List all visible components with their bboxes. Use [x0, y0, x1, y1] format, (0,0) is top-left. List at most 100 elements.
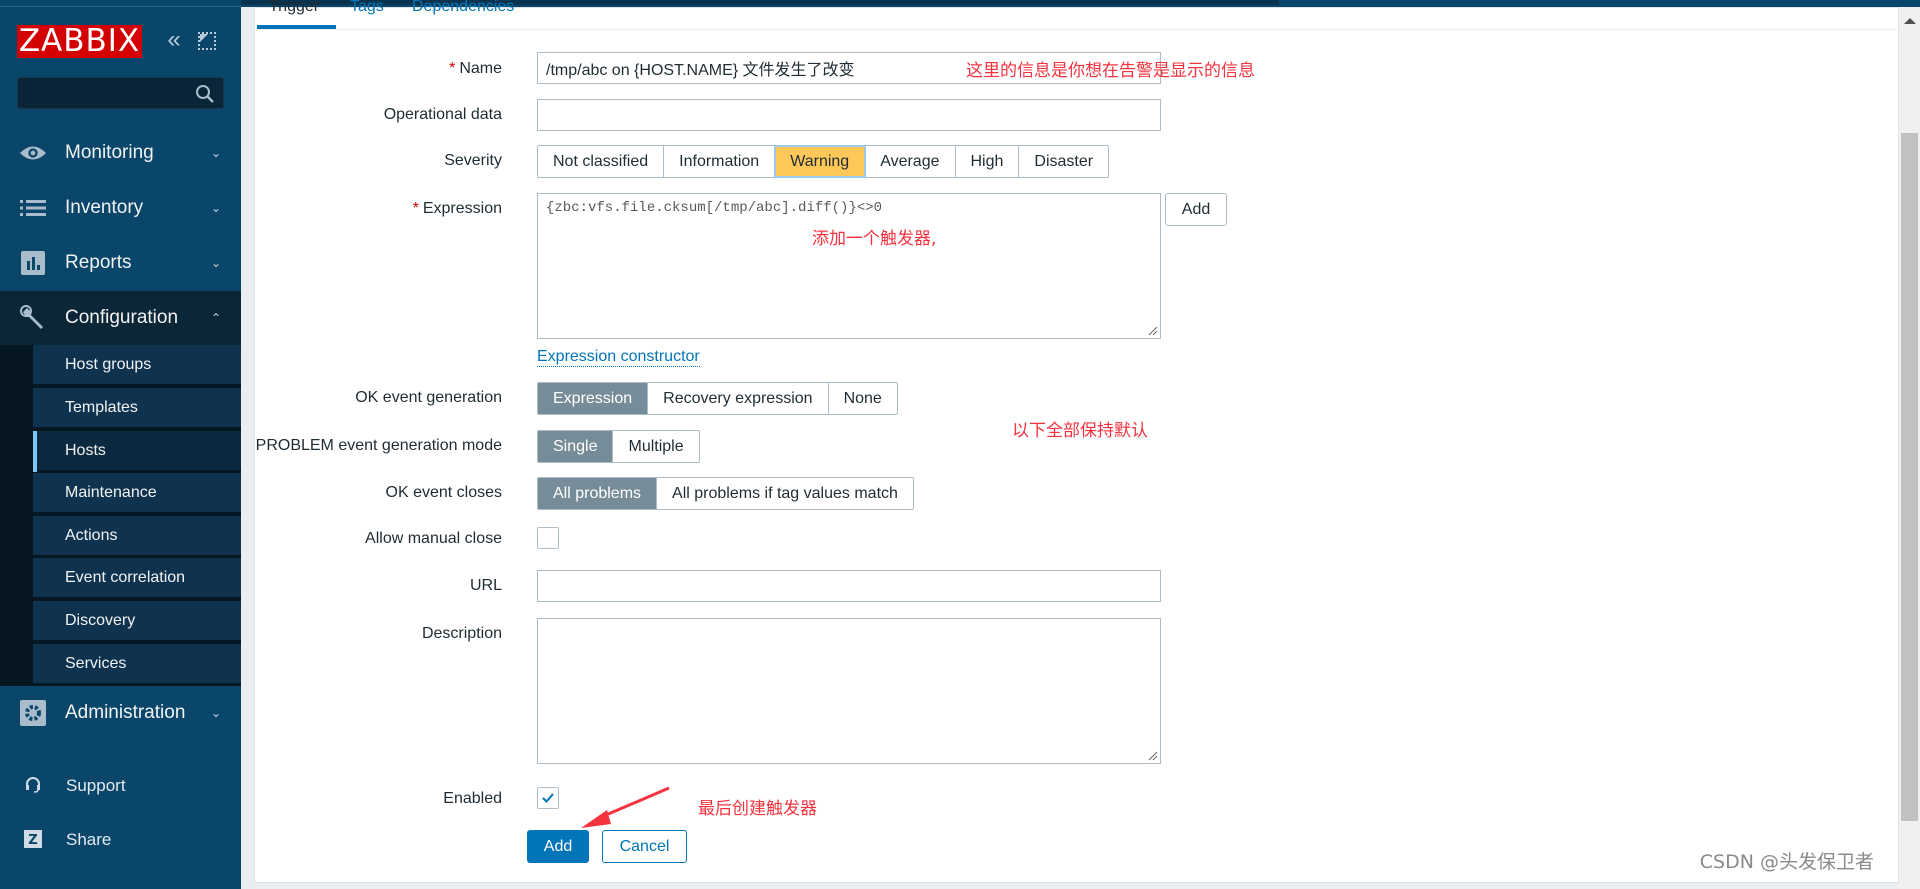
enabled-checkbox[interactable]	[537, 787, 559, 809]
cancel-button[interactable]: Cancel	[602, 830, 687, 863]
submenu-discovery[interactable]: Discovery	[33, 601, 241, 642]
scroll-up-arrow-icon[interactable]	[1904, 18, 1916, 24]
ok-event-closes-selector: All problems All problems if tag values …	[537, 477, 914, 510]
svg-text:Z: Z	[28, 833, 37, 848]
support-label: Support	[66, 776, 126, 795]
tab-trigger[interactable]: Trigger	[269, 0, 319, 16]
resize-handle-icon[interactable]	[1148, 326, 1158, 336]
double-chevron-left-icon[interactable]: «	[162, 28, 186, 53]
ok-closes-tag-match[interactable]: All problems if tag values match	[657, 478, 913, 509]
ok-event-generation-label: OK event generation	[355, 389, 502, 406]
menu-configuration[interactable]: Configuration ⌃	[0, 291, 241, 345]
headset-icon	[26, 777, 40, 793]
menu-administration[interactable]: Administration ⌄	[0, 686, 241, 740]
sidebar-search-input[interactable]	[18, 78, 188, 108]
severity-not-classified[interactable]: Not classified	[538, 146, 665, 177]
severity-selector: Not classified Information Warning Avera…	[537, 145, 1110, 178]
annotation-arrow-icon	[581, 786, 670, 828]
resize-handle-icon[interactable]	[1148, 751, 1158, 761]
problem-mode-multiple[interactable]: Multiple	[613, 431, 698, 462]
submenu-templates[interactable]: Templates	[33, 388, 241, 429]
allow-manual-close-checkbox[interactable]	[537, 527, 559, 549]
menu-label: Reports	[65, 252, 132, 273]
ok-gen-none[interactable]: None	[829, 383, 897, 414]
zabbix-logo[interactable]: ZABBIX	[17, 25, 142, 58]
submenu-event-correlation[interactable]: Event correlation	[33, 558, 241, 599]
annotation-defaults-note: 以下全部保持默认	[1012, 421, 1148, 441]
enabled-label: Enabled	[443, 790, 502, 807]
add-trigger-button[interactable]: Add	[527, 830, 589, 863]
submenu-host-groups[interactable]: Host groups	[33, 345, 241, 386]
ok-gen-recovery-expression[interactable]: Recovery expression	[648, 383, 829, 414]
severity-disaster[interactable]: Disaster	[1019, 146, 1108, 177]
menu-inventory[interactable]: Inventory ⌄	[0, 181, 241, 235]
submenu-label: Host groups	[65, 356, 152, 373]
menu-monitoring[interactable]: Monitoring ⌄	[0, 126, 241, 180]
tabs: Trigger Tags Dependencies	[255, 0, 1900, 30]
submenu-label: Maintenance	[65, 484, 157, 501]
chevron-down-icon: ⌄	[211, 706, 222, 720]
submenu-services[interactable]: Services	[33, 644, 241, 685]
submenu-label: Hosts	[65, 442, 106, 459]
sidebar-top-border	[0, 0, 241, 7]
menu-reports[interactable]: Reports ⌄	[0, 236, 241, 290]
search-icon[interactable]	[195, 84, 215, 104]
chevron-down-icon: ⌄	[211, 201, 222, 215]
ok-event-generation-selector: Expression Recovery expression None	[537, 382, 898, 415]
problem-mode-selector: Single Multiple	[537, 430, 700, 463]
expression-label-text: Expression	[422, 200, 502, 217]
annotation-name-note: 这里的信息是你想在告警是显示的信息	[966, 61, 1255, 81]
operational-data-label: Operational data	[383, 106, 502, 123]
ok-gen-expression[interactable]: Expression	[538, 383, 649, 414]
name-label-text: Name	[459, 60, 502, 77]
expression-constructor-link[interactable]: Expression constructor	[537, 348, 700, 367]
header-bar-shadow	[241, 0, 1279, 5]
severity-warning[interactable]: Warning	[774, 145, 867, 178]
description-label: Description	[421, 625, 502, 642]
active-tab-indicator	[257, 25, 336, 29]
menu-support[interactable]: Support	[0, 766, 241, 806]
description-textarea[interactable]	[537, 618, 1161, 764]
menu-label: Monitoring	[65, 142, 154, 163]
eye-icon	[19, 139, 47, 167]
severity-label: Severity	[444, 152, 502, 169]
expression-wrapper: {zbc:vfs.file.cksum[/tmp/abc].diff()}<>0	[537, 193, 1161, 339]
submenu-actions[interactable]: Actions	[33, 516, 241, 557]
chevron-down-icon: ⌄	[211, 146, 222, 160]
kiosk-mode-icon[interactable]	[198, 32, 216, 50]
severity-information[interactable]: Information	[664, 146, 776, 177]
problem-mode-single[interactable]: Single	[538, 431, 614, 462]
severity-average[interactable]: Average	[865, 146, 956, 177]
list-icon	[19, 194, 47, 222]
trigger-form-panel: Trigger Tags Dependencies * Name Operatio…	[254, 0, 1900, 883]
sidebar-search	[17, 77, 224, 109]
sidebar: ZABBIX « Monitoring ⌄ Inventory ⌄ Report…	[0, 0, 241, 889]
configuration-submenu: Host groups Templates Hosts Maintenance …	[0, 345, 241, 686]
menu-label: Inventory	[65, 197, 144, 218]
page-scrollbar[interactable]	[1899, 7, 1920, 889]
url-input[interactable]	[537, 570, 1161, 602]
checkmark-icon	[542, 793, 554, 803]
required-asterisk: *	[412, 200, 419, 217]
severity-high[interactable]: High	[956, 146, 1020, 177]
bar-chart-icon	[19, 249, 47, 277]
operational-data-input[interactable]	[537, 99, 1161, 131]
annotation-final-note: 最后创建触发器	[698, 799, 817, 819]
submenu-label: Discovery	[65, 612, 136, 629]
submenu-maintenance[interactable]: Maintenance	[33, 473, 241, 514]
menu-share[interactable]: Z Share	[0, 820, 241, 860]
scroll-thumb[interactable]	[1901, 133, 1918, 821]
tab-dependencies[interactable]: Dependencies	[412, 0, 514, 16]
tab-tags[interactable]: Tags	[350, 0, 384, 16]
gear-icon	[19, 699, 47, 727]
menu-label: Administration	[65, 702, 186, 723]
description-wrapper	[537, 618, 1161, 764]
submenu-label: Event correlation	[65, 569, 186, 586]
ok-closes-all-problems[interactable]: All problems	[538, 478, 658, 509]
chevron-down-icon: ⌄	[211, 256, 222, 270]
expression-add-button[interactable]: Add	[1165, 193, 1227, 226]
ok-event-closes-label: OK event closes	[385, 484, 503, 501]
expression-textarea[interactable]: {zbc:vfs.file.cksum[/tmp/abc].diff()}<>0	[537, 193, 1161, 339]
wrench-icon	[19, 304, 47, 332]
submenu-hosts[interactable]: Hosts	[33, 431, 241, 472]
